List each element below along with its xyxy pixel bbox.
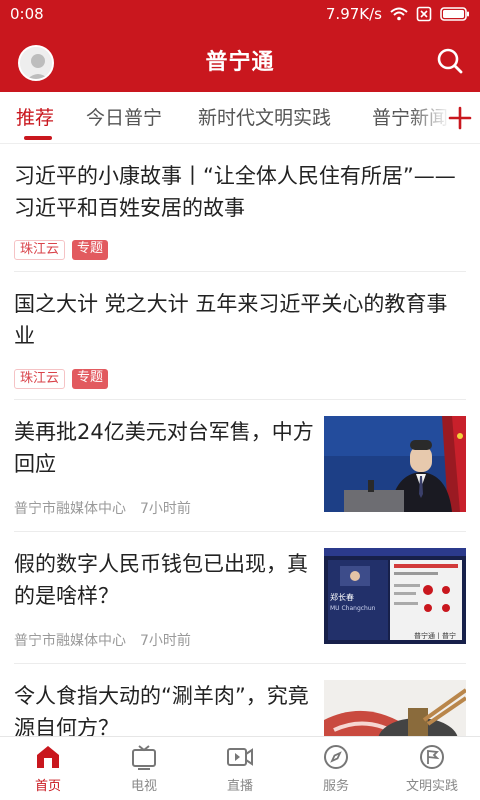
nav-home[interactable]: 首页 — [0, 737, 96, 800]
slide-name-en: MU Changchun — [330, 605, 376, 612]
tv-icon — [132, 745, 156, 770]
page-title: 普宁通 — [205, 50, 275, 75]
home-icon — [37, 746, 59, 768]
status-time: 0:08 — [10, 5, 44, 23]
news-time: 7小时前 — [140, 633, 191, 649]
news-title: 习近平的小康故事丨“让全体人民住有所居”——习近平和百姓安居的故事 — [14, 164, 456, 220]
search-icon[interactable] — [436, 47, 464, 75]
nav-service[interactable]: 服务 — [288, 737, 384, 800]
compass-icon — [324, 745, 348, 769]
news-time: 7小时前 — [140, 501, 191, 517]
bottom-navigation: 首页 电视 直播 服务 文明实践 — [0, 736, 480, 800]
list-item[interactable]: 习近平的小康故事丨“让全体人民住有所居”——习近平和百姓安居的故事 珠江云 专题 — [0, 144, 480, 272]
list-item[interactable]: 美再批24亿美元对台军售，中方回应 普宁市融媒体中心 7小时前 — [0, 400, 480, 532]
sim-icon — [416, 6, 432, 22]
news-thumbnail — [324, 680, 466, 736]
nav-tv-label: 电视 — [130, 779, 157, 794]
network-speed: 7.97K/s — [325, 5, 382, 23]
nav-civilization[interactable]: 文明实践 — [384, 737, 480, 800]
nav-live-label: 直播 — [226, 779, 253, 794]
channel-tabs: 推荐 今日普宁 新时代文明实践 普宁新闻 — [0, 92, 480, 144]
source-tag: 珠江云 — [14, 240, 66, 260]
list-item[interactable]: 假的数字人民币钱包已出现，真的是啥样？ 普宁市融媒体中心 7小时前 郑长春 MU … — [0, 532, 480, 664]
news-feed: 习近平的小康故事丨“让全体人民住有所居”——习近平和百姓安居的故事 珠江云 专题… — [0, 144, 480, 736]
active-tab-indicator — [24, 136, 52, 140]
nav-home-label: 首页 — [34, 779, 61, 794]
news-thumbnail — [324, 416, 466, 512]
nav-live[interactable]: 直播 — [192, 737, 288, 800]
news-title: 美再批24亿美元对台军售，中方回应 — [14, 420, 314, 476]
slide-name: 郑长春 — [330, 592, 354, 602]
topic-tag: 专题 — [72, 369, 109, 389]
user-avatar-icon — [20, 47, 52, 79]
tab-civilization-practice[interactable]: 新时代文明实践 — [198, 92, 331, 143]
topic-tag: 专题 — [72, 240, 109, 260]
list-item[interactable]: 国之大计 党之大计 五年来习近平关心的教育事业 珠江云 专题 — [0, 272, 480, 400]
app-header: 普宁通 — [0, 28, 480, 92]
news-title: 令人食指大动的“涮羊肉”，究竟源自何方？ — [14, 684, 309, 736]
news-source: 普宁市融媒体中心 — [14, 501, 126, 517]
add-channel-icon[interactable] — [448, 106, 472, 130]
flag-icon — [420, 745, 444, 769]
source-tag: 珠江云 — [14, 369, 66, 389]
news-thumbnail: 郑长春 MU Changchun 普宁通丨普宁 — [324, 548, 466, 644]
news-source: 普宁市融媒体中心 — [14, 633, 126, 649]
battery-icon — [440, 7, 469, 21]
tab-today-puning[interactable]: 今日普宁 — [86, 92, 162, 143]
status-bar: 0:08 7.97K/s — [0, 0, 480, 28]
wifi-icon — [390, 7, 408, 21]
nav-civilization-label: 文明实践 — [405, 779, 458, 794]
news-title: 国之大计 党之大计 五年来习近平关心的教育事业 — [14, 292, 448, 348]
nav-tv[interactable]: 电视 — [96, 737, 192, 800]
news-title: 假的数字人民币钱包已出现，真的是啥样？ — [14, 552, 308, 608]
thumb-watermark: 普宁通丨普宁 — [414, 631, 456, 640]
avatar[interactable] — [18, 45, 54, 81]
nav-service-label: 服务 — [322, 779, 349, 794]
live-icon — [227, 748, 253, 766]
list-item[interactable]: 令人食指大动的“涮羊肉”，究竟源自何方？ — [0, 664, 480, 736]
